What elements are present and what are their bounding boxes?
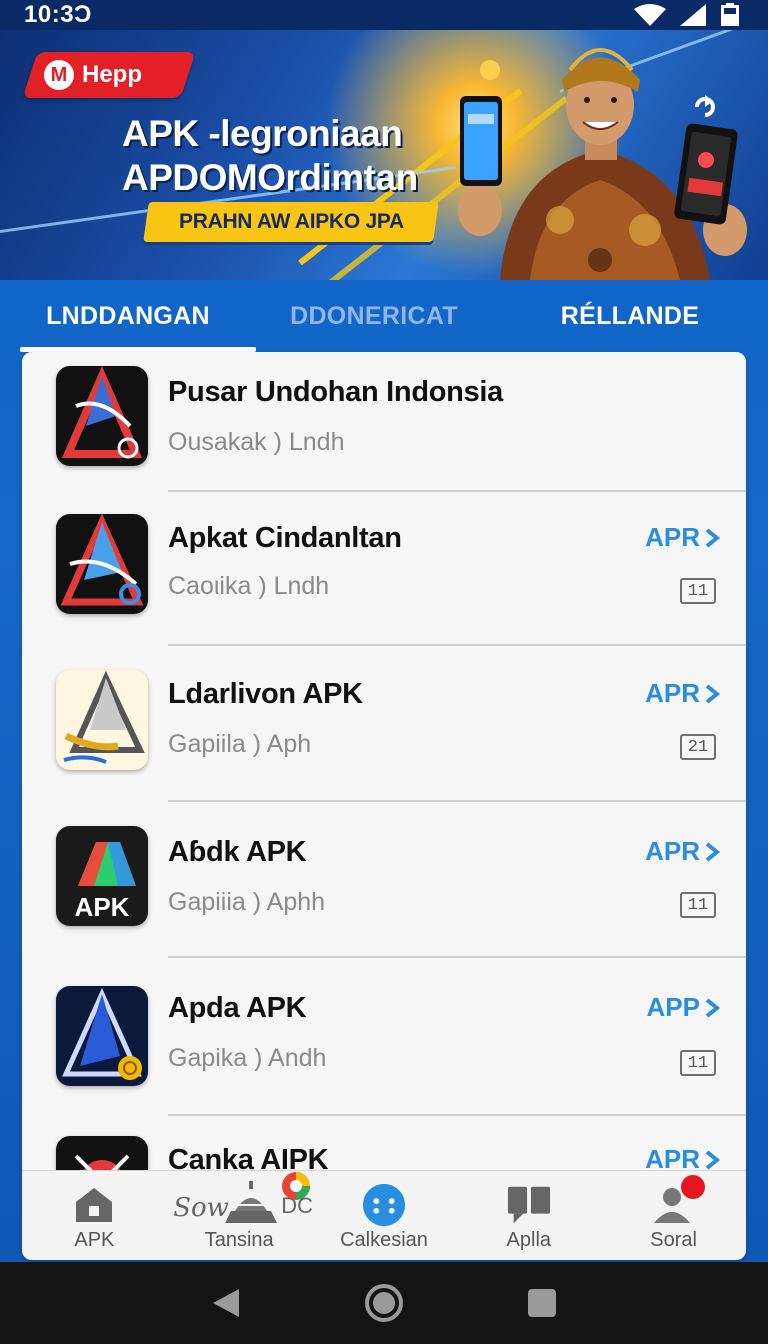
nav-label: Aplla — [506, 1229, 552, 1251]
nav-label: Tansina — [204, 1229, 274, 1251]
app-action-button[interactable]: APP — [647, 992, 720, 1023]
chat-icon — [506, 1185, 552, 1225]
tab-rellande[interactable]: RÉLLANDE — [492, 280, 768, 352]
apk-badge-text: APK — [75, 892, 130, 922]
battery-icon — [721, 3, 739, 26]
profile-icon — [651, 1175, 705, 1225]
notification-dot — [680, 1175, 705, 1199]
chevron-right-icon — [705, 997, 720, 1018]
back-icon[interactable] — [211, 1287, 241, 1319]
home-button-icon[interactable] — [364, 1283, 404, 1323]
chevron-right-icon — [705, 683, 720, 704]
tab-label: LNDDANGAN — [46, 301, 210, 330]
banner-cta[interactable]: PRAHN AW AIPKO JPA — [143, 202, 439, 242]
app-name: Aɓdk APK — [168, 836, 307, 868]
app-action-label: APR — [645, 522, 700, 552]
banner-title-line2: APDOMOrdimtan — [122, 157, 418, 198]
bottom-navigation: APK Sow DC Tansina Calkesian Aplla Soral — [22, 1170, 746, 1260]
promo-banner[interactable]: M Hepp APK -legroniaan APDOMOrdimtan PRA… — [0, 30, 768, 280]
nav-item-apk[interactable]: APK — [22, 1171, 167, 1260]
app-name: Apda APK — [168, 992, 307, 1024]
chevron-right-icon — [705, 841, 720, 862]
app-count-badge: 11 — [680, 1050, 716, 1076]
app-icon: APK — [56, 826, 148, 926]
nav-item-calkesian[interactable]: Calkesian — [312, 1171, 457, 1260]
list-item[interactable]: Pusar Undohan Indonsia Ousakak ) Lndh — [22, 352, 746, 492]
nav-item-soral[interactable]: Soral — [601, 1171, 746, 1260]
nav-label: APK — [74, 1229, 115, 1251]
wifi-icon — [634, 4, 666, 26]
app-screen: 10:3Ɔ M Hepp APK -legroniaan APDOMOrdimt… — [0, 0, 768, 1344]
app-list: Pusar Undohan Indonsia Ousakak ) Lndh Ap… — [22, 352, 746, 1260]
app-name: Apkat Cindanltan — [168, 522, 402, 554]
logo-mark: M — [44, 60, 74, 90]
app-subtitle: Caoιika ) Lndh — [168, 572, 330, 600]
app-icon — [56, 366, 148, 466]
app-icon — [56, 986, 148, 1086]
app-subtitle: Ousakak ) Lndh — [168, 428, 345, 456]
home-icon — [71, 1185, 117, 1225]
system-navigation-bar — [0, 1262, 768, 1344]
app-action-label: APR — [645, 836, 700, 866]
tab-ddonericat[interactable]: DDONERICAT — [256, 280, 492, 352]
nav-label: Calkesian — [340, 1229, 428, 1251]
signal-icon — [680, 4, 706, 26]
status-time: 10:3Ɔ — [24, 1, 92, 28]
app-name: Ldarlivon APK — [168, 678, 363, 710]
tab-label: RÉLLANDE — [560, 301, 700, 330]
nav-item-aplla[interactable]: Aplla — [456, 1171, 601, 1260]
app-icon — [56, 514, 148, 614]
app-subtitle: Gapiiia ) Aphh — [168, 888, 326, 916]
status-icons — [634, 3, 740, 27]
category-tabs: LNDDANGAN DDONERICAT RÉLLANDE — [0, 280, 768, 352]
app-count-badge: 11 — [680, 578, 716, 604]
share-icon — [695, 95, 715, 117]
list-item[interactable]: Ldarlivon APK Gapiila ) Aph APR 21 — [22, 646, 746, 802]
app-subtitle: Gapiila ) Aph — [168, 730, 312, 758]
app-action-button[interactable]: APR — [645, 678, 720, 709]
temple-icon: Sow DC — [169, 1172, 313, 1225]
app-action-button[interactable]: APR — [645, 836, 720, 867]
promo-person-illustration — [458, 48, 747, 280]
app-name: Pusar Undohan Indonsia — [168, 376, 503, 408]
list-item[interactable]: Apkat Cindanltan Caoιika ) Lndh APR 11 — [22, 492, 746, 646]
app-action-label: APR — [645, 678, 700, 708]
app-icon — [56, 670, 148, 770]
nav-label: Soral — [650, 1229, 697, 1251]
app-action-label: APP — [646, 992, 700, 1022]
share-button[interactable] — [686, 88, 724, 126]
list-item[interactable]: APK Aɓdk APK Gapiiia ) Aphh APR 11 — [22, 802, 746, 958]
app-action-button[interactable]: APR — [645, 522, 720, 553]
banner-cta-label: PRAHN AW AIPKO JPA — [178, 210, 404, 233]
app-count-badge: 11 — [680, 892, 716, 918]
tab-label: DDONERICAT — [290, 301, 458, 330]
app-subtitle: Gapika ) Andh — [168, 1044, 327, 1072]
colorful-badge-icon — [282, 1172, 311, 1200]
chevron-right-icon — [705, 1149, 720, 1170]
status-bar: 10:3Ɔ — [0, 0, 768, 30]
banner-title-line1: APK -legroniaan — [122, 113, 403, 154]
dots-circle-icon — [361, 1183, 407, 1227]
recents-icon[interactable] — [527, 1288, 557, 1318]
tab-lnddangan[interactable]: LNDDANGAN — [0, 280, 256, 352]
logo-text: Hepp — [82, 61, 142, 88]
nav-item-tansina[interactable]: Sow DC Tansina — [167, 1171, 313, 1260]
brand-logo[interactable]: M Hepp — [22, 52, 196, 98]
list-item[interactable]: Apda APK Gapika ) Andh APP 11 — [22, 958, 746, 1116]
chevron-right-icon — [705, 527, 720, 548]
app-count-badge: 21 — [680, 734, 716, 760]
